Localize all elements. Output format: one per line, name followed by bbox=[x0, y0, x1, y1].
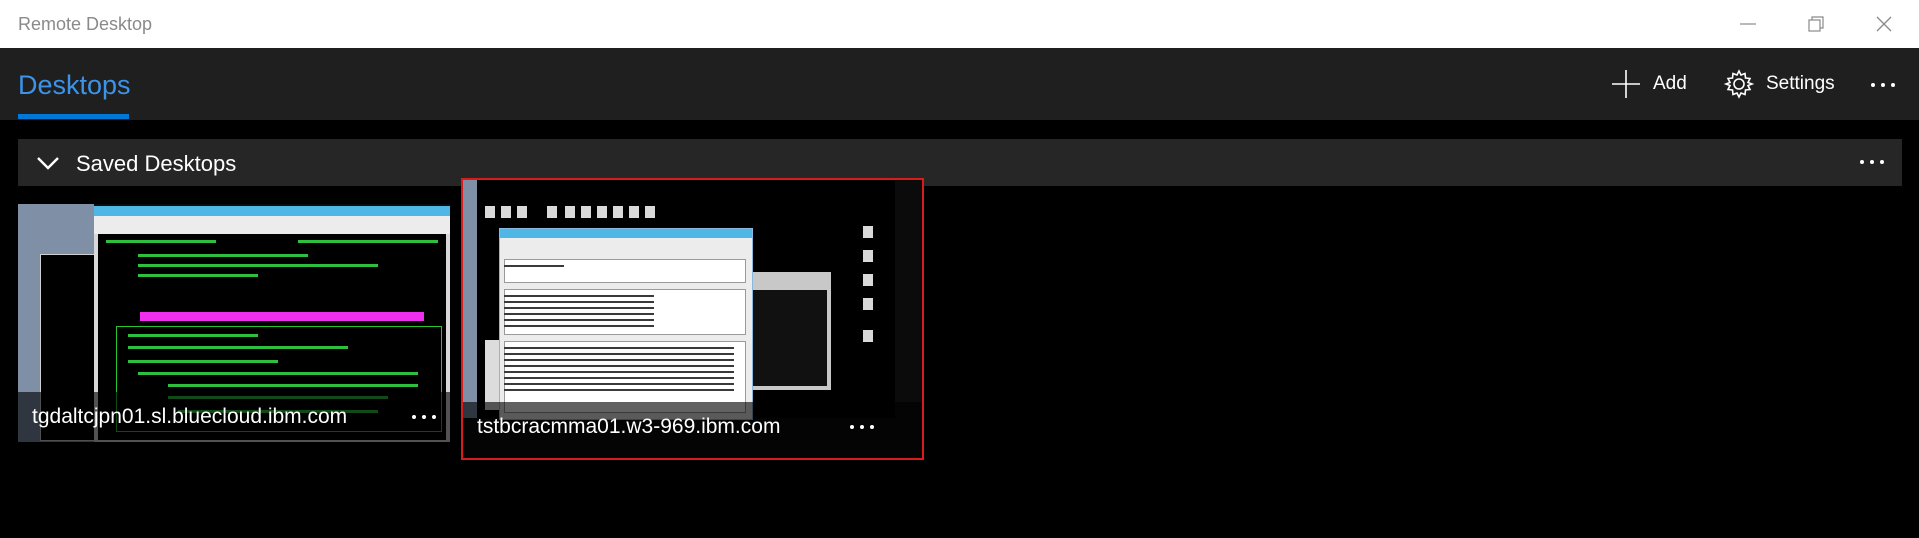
add-button[interactable]: Add bbox=[1611, 64, 1687, 104]
desktop-name: tstbcracmma01.w3-969.ibm.com bbox=[477, 415, 781, 438]
add-label: Add bbox=[1653, 73, 1687, 94]
settings-button[interactable]: Settings bbox=[1724, 64, 1835, 104]
section-more-icon[interactable] bbox=[1860, 160, 1884, 164]
close-button[interactable] bbox=[1850, 0, 1918, 48]
desktop-caption: tgdaltcjpn01.sl.bluecloud.ibm.com bbox=[18, 392, 450, 442]
desktop-more-icon[interactable] bbox=[412, 415, 436, 419]
plus-icon bbox=[1612, 70, 1640, 98]
desktop-more-icon[interactable] bbox=[850, 425, 874, 429]
tab-active-indicator bbox=[18, 114, 129, 119]
minimize-icon bbox=[1740, 23, 1756, 25]
saved-desktops-section[interactable]: Saved Desktops bbox=[18, 139, 1902, 186]
close-icon bbox=[1876, 16, 1892, 32]
section-title: Saved Desktops bbox=[76, 151, 237, 176]
restore-button[interactable] bbox=[1782, 0, 1850, 48]
window-titlebar: Remote Desktop bbox=[0, 0, 1919, 48]
restore-icon bbox=[1808, 16, 1824, 32]
desktop-tile[interactable]: tgdaltcjpn01.sl.bluecloud.ibm.com bbox=[18, 204, 450, 442]
chevron-down-icon bbox=[37, 157, 59, 170]
window-title: Remote Desktop bbox=[18, 14, 153, 34]
desktop-caption: tstbcracmma01.w3-969.ibm.com bbox=[463, 402, 922, 458]
minimize-button[interactable] bbox=[1714, 0, 1782, 48]
gear-icon bbox=[1724, 69, 1754, 99]
more-options-button[interactable] bbox=[1871, 80, 1895, 90]
desktop-name: tgdaltcjpn01.sl.bluecloud.ibm.com bbox=[32, 405, 348, 428]
more-icon bbox=[1871, 83, 1895, 87]
desktop-tile-selected[interactable]: tstbcracmma01.w3-969.ibm.com bbox=[463, 180, 922, 458]
tab-desktops[interactable]: Desktops bbox=[18, 70, 131, 101]
settings-label: Settings bbox=[1766, 73, 1835, 94]
